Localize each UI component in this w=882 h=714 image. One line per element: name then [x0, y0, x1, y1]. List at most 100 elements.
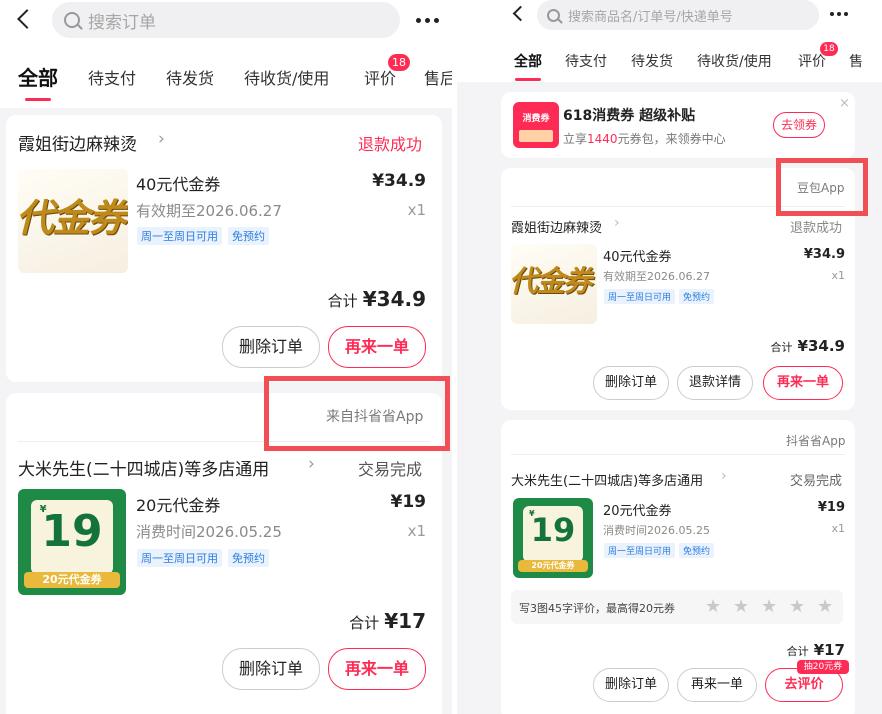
- promo-amount: 1440: [587, 132, 618, 146]
- chevron-right-icon: ›: [158, 129, 165, 149]
- item-consume-time: 消费时间2026.05.25: [136, 523, 282, 541]
- tab-pending-shipment[interactable]: 待发货: [166, 65, 214, 89]
- coupon-thumbnail: 代金券: [511, 244, 597, 324]
- delete-order-button[interactable]: 删除订单: [222, 648, 320, 690]
- coupon-thumbnail: ¥ 19 20元代金券: [18, 489, 126, 595]
- item-quantity: x1: [407, 201, 426, 219]
- refund-details-button[interactable]: 退款详情: [677, 366, 753, 400]
- total-value: ¥34.9: [797, 337, 845, 355]
- reorder-button[interactable]: 再来一单: [328, 648, 426, 690]
- rating-star-icon[interactable]: ★: [705, 596, 721, 617]
- item-consume-time: 消费时间2026.05.25: [603, 524, 710, 537]
- order-card[interactable]: 霞姐街边麻辣烫 › 退款成功 代金券 40元代金券 有效期至2026.06.27…: [6, 115, 442, 382]
- item-validity: 有效期至2026.06.27: [136, 202, 282, 220]
- coupon-thumbnail: ¥ 19 20元代金券: [513, 498, 593, 578]
- tab-pending-payment[interactable]: 待支付: [565, 51, 607, 71]
- total-label: 合计: [786, 645, 809, 658]
- usage-tags: 周一至周日可用 免预约: [137, 549, 269, 567]
- rating-star-icon[interactable]: ★: [817, 596, 833, 617]
- tab-after-sales[interactable]: 售: [849, 51, 863, 71]
- tab-all[interactable]: 全部: [18, 62, 58, 91]
- order-card[interactable]: 抖省省App 大米先生(二十四城店)等多店通用 › 交易完成 ¥ 19 20元代…: [501, 420, 855, 714]
- shop-name[interactable]: 霞姐街边麻辣烫: [18, 130, 137, 155]
- coupon-bag-label: 消费券: [522, 114, 550, 124]
- reorder-button[interactable]: 再来一单: [328, 326, 426, 368]
- review-prompt-text: 写3图45字评价，最高得20元券: [519, 602, 675, 615]
- total-value: ¥17: [813, 641, 845, 659]
- order-total: 合计 ¥17: [349, 609, 426, 633]
- divider: [511, 454, 845, 455]
- tab-pending-receipt[interactable]: 待收货/使用: [697, 51, 772, 71]
- coupon-label: 20元代金券: [24, 571, 120, 588]
- item-title: 20元代金券: [603, 504, 672, 519]
- usage-tags: 周一至周日可用 免预约: [604, 543, 715, 558]
- usage-tag: 周一至周日可用: [604, 289, 676, 304]
- usage-tags: 周一至周日可用 免预约: [604, 289, 715, 304]
- shop-name[interactable]: 霞姐街边麻辣烫: [511, 217, 602, 236]
- coupon-promo-banner[interactable]: 消费券 618消费券 超级补贴 立享1440元券包，来领券中心 去领券 ×: [501, 92, 855, 158]
- tab-pending-payment[interactable]: 待支付: [88, 65, 136, 89]
- item-price: ¥19: [817, 500, 845, 515]
- tab-after-sales[interactable]: 售后: [424, 65, 452, 89]
- chevron-right-icon: ›: [614, 215, 620, 231]
- usage-tag: 周一至周日可用: [604, 543, 676, 558]
- left-order-list-screen: 搜索订单 全部 待支付 待发货 待收货/使用 评价 18 售后 霞姐街边麻辣烫 …: [0, 0, 452, 714]
- coupon-thumbnail: 代金券: [18, 169, 128, 273]
- tab-pending-receipt[interactable]: 待收货/使用: [244, 65, 329, 89]
- coupon-label: 20元代金券: [517, 560, 589, 573]
- more-icon[interactable]: [416, 18, 439, 23]
- item-title: 20元代金券: [136, 496, 221, 515]
- promo-sub-suffix: 元券包，来领券中心: [617, 132, 726, 146]
- shop-name[interactable]: 大米先生(二十四城店)等多店通用: [511, 470, 703, 489]
- order-tabs: 全部 待支付 待发货 待收货/使用 评价 18 售: [457, 34, 882, 82]
- search-input[interactable]: 搜索订单: [52, 2, 400, 38]
- rating-star-icon[interactable]: ★: [789, 596, 805, 617]
- coupon-amount: 19: [530, 510, 576, 549]
- search-placeholder: 搜索商品名/订单号/快递单号: [568, 9, 733, 25]
- rating-star-icon[interactable]: ★: [733, 596, 749, 617]
- right-order-list-screen: 搜索商品名/订单号/快递单号 全部 待支付 待发货 待收货/使用 评价 18 售…: [457, 0, 882, 714]
- review-prompt-bar[interactable]: 写3图45字评价，最高得20元券 ★ ★ ★ ★ ★: [511, 590, 843, 624]
- search-icon: [64, 12, 80, 28]
- order-status: 退款成功: [358, 135, 423, 154]
- delete-order-button[interactable]: 删除订单: [222, 326, 320, 368]
- back-arrow-icon[interactable]: [512, 5, 529, 22]
- order-total: 合计 ¥34.9: [328, 287, 426, 311]
- review-count-badge: 18: [820, 42, 838, 56]
- item-price: ¥34.9: [803, 247, 845, 262]
- item-title: 40元代金券: [136, 175, 221, 194]
- back-arrow-icon[interactable]: [17, 9, 37, 29]
- review-reward-badge: 抽20元券: [797, 660, 849, 674]
- source-app-highlight-box: [264, 376, 450, 451]
- item-quantity: x1: [831, 522, 845, 535]
- delete-order-button[interactable]: 删除订单: [593, 668, 669, 702]
- item-title: 40元代金券: [603, 250, 672, 265]
- item-quantity: x1: [831, 269, 845, 282]
- usage-tag: 免预约: [679, 543, 715, 558]
- close-icon[interactable]: ×: [839, 96, 850, 111]
- coupon-bag-icon: 消费券: [513, 102, 559, 148]
- reorder-button[interactable]: 再来一单: [677, 668, 757, 702]
- shop-name[interactable]: 大米先生(二十四城店)等多店通用: [18, 455, 269, 480]
- promo-sub-prefix: 立享: [563, 132, 588, 146]
- item-quantity: x1: [407, 522, 426, 540]
- order-tabs: 全部 待支付 待发货 待收货/使用 评价 18 售后: [0, 44, 452, 108]
- search-placeholder: 搜索订单: [88, 12, 156, 33]
- total-value: ¥34.9: [362, 287, 426, 311]
- item-price: ¥34.9: [372, 171, 426, 191]
- tab-all[interactable]: 全部: [514, 51, 542, 71]
- total-value: ¥17: [384, 609, 426, 633]
- chevron-right-icon: ›: [308, 454, 315, 474]
- usage-tag: 周一至周日可用: [137, 549, 222, 567]
- search-input[interactable]: 搜索商品名/订单号/快递单号: [537, 0, 819, 30]
- order-total: 合计 ¥17: [787, 640, 845, 659]
- total-label: 合计: [349, 614, 380, 632]
- tab-pending-shipment[interactable]: 待发货: [631, 51, 673, 71]
- claim-coupon-button[interactable]: 去领券: [773, 112, 825, 138]
- delete-order-button[interactable]: 删除订单: [593, 366, 669, 400]
- top-bar: 搜索订单: [0, 0, 452, 44]
- more-icon[interactable]: [830, 12, 848, 16]
- rating-star-icon[interactable]: ★: [761, 596, 777, 617]
- usage-tag: 周一至周日可用: [137, 227, 222, 245]
- reorder-button[interactable]: 再来一单: [763, 366, 843, 400]
